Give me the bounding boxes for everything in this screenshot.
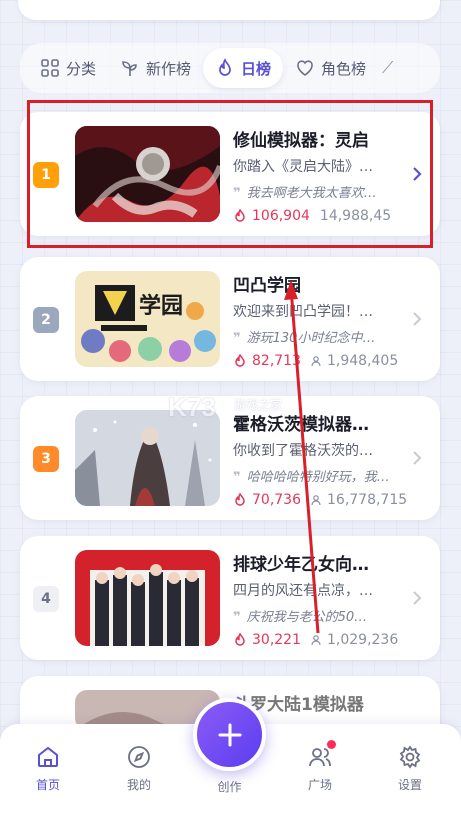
heat-stat: 82,713: [233, 353, 301, 369]
heat-stat: 30,221: [233, 632, 301, 648]
users-value: 14,988,45: [319, 208, 392, 224]
users-stat: 14,988,45: [320, 208, 391, 224]
tab-label: 角色榜: [321, 59, 367, 78]
tab-label: 新作榜: [146, 59, 192, 78]
game-title: 排球少年乙女向…: [233, 555, 369, 575]
game-desc: 你收到了霍格沃茨的…: [233, 443, 373, 459]
users-stat: 16,778,715: [311, 492, 407, 508]
plus-icon: [218, 723, 241, 746]
quote-text: 哈哈哈哈特别好玩，我…: [246, 470, 390, 485]
heat-value: 70,736: [252, 492, 301, 508]
compass-icon: [128, 746, 150, 768]
heat-stat: 70,736: [233, 492, 301, 508]
nav-mine[interactable]: 我的: [109, 744, 169, 793]
game-title: 霍格沃茨模拟器…: [233, 415, 369, 435]
nav-label: 我的: [126, 778, 151, 792]
quote-icon: ❞: [233, 331, 241, 346]
user-icon: [311, 635, 321, 646]
create-button[interactable]: [193, 698, 266, 771]
rank-badge: 1: [33, 162, 59, 188]
game-title: 斗罗大陆1模拟器: [233, 695, 364, 715]
flame-icon: [219, 58, 231, 76]
tab-new[interactable]: 新作榜: [108, 48, 203, 88]
quote-text: 庆祝我与老公的50…: [246, 610, 368, 625]
cover-title-text: 学园: [139, 293, 183, 319]
chevron-right-icon[interactable]: [410, 448, 424, 468]
nav-label: 广场: [307, 778, 332, 792]
user-icon: [311, 495, 321, 506]
users-value: 1,948,405: [327, 353, 399, 369]
nav-label: 首页: [35, 778, 60, 792]
cover-image: [75, 126, 220, 222]
flame-icon: [235, 493, 245, 506]
grid-icon: [41, 59, 59, 77]
sprout-icon: [122, 61, 137, 76]
nav-settings[interactable]: 设置: [380, 744, 440, 793]
nav-label: 设置: [397, 778, 422, 792]
chevron-right-icon[interactable]: [410, 309, 424, 329]
heat-value: 106,904: [252, 208, 310, 224]
tab-label: 日榜: [241, 59, 272, 78]
quote-icon: ❞: [233, 186, 241, 201]
user-icon: [311, 356, 321, 367]
game-desc: 欢迎来到凹凸学园！…: [233, 304, 373, 320]
tab-label: 分类: [66, 59, 97, 78]
search-bar[interactable]: [18, 0, 440, 20]
rank-badge: 4: [33, 586, 59, 612]
gear-icon: [399, 745, 421, 769]
cover-image: [75, 550, 220, 646]
quote-text: 我去啊老大我太喜欢…: [246, 186, 377, 201]
rank-badge: 3: [33, 446, 59, 472]
quote-icon: ❞: [233, 470, 241, 485]
more-tabs-icon[interactable]: ⟋: [382, 58, 393, 78]
heat-stat: 106,904: [233, 208, 310, 224]
ranking-card-1[interactable]: 1 修仙模拟器：灵启 你踏入《灵启大陆》… ❞ 我去啊老大我太喜欢… 106,90…: [20, 112, 440, 236]
heat-value: 30,221: [252, 632, 301, 648]
tab-daily[interactable]: 日榜: [203, 48, 284, 88]
heat-value: 82,713: [252, 353, 301, 369]
game-quote: ❞ 庆祝我与老公的50…: [233, 606, 393, 625]
tab-category[interactable]: 分类: [28, 48, 108, 88]
game-quote: ❞ 哈哈哈哈特别好玩，我…: [233, 466, 393, 485]
game-quote: ❞ 游玩130小时纪念中…: [233, 327, 393, 346]
nav-home[interactable]: 首页: [18, 744, 78, 793]
game-stats: 82,713 1,948,405: [233, 353, 423, 369]
quote-icon: ❞: [233, 610, 241, 625]
notification-dot: [327, 740, 336, 749]
flame-icon: [235, 354, 245, 367]
game-desc: 四月的风还有点凉，…: [233, 583, 373, 599]
users-value: 1,029,236: [327, 632, 399, 648]
game-title: 修仙模拟器：灵启: [233, 131, 369, 151]
game-stats: 106,904 14,988,45: [233, 208, 423, 224]
heart-icon: [297, 60, 313, 76]
game-title: 凹凸学园: [233, 276, 301, 296]
flame-icon: [235, 633, 245, 646]
ranking-card-3[interactable]: 3 霍格沃茨模拟器… 你收到了霍格沃茨的… ❞ 哈哈哈哈特别好玩，我… 70,73…: [20, 396, 440, 520]
create-label: 创作: [217, 780, 242, 794]
cover-image: 学园: [75, 271, 220, 367]
cover-image: [75, 410, 220, 506]
game-desc: 你踏入《灵启大陆》…: [233, 159, 373, 175]
rank-badge: 2: [33, 307, 59, 333]
game-stats: 30,221 1,029,236: [233, 632, 423, 648]
flame-icon: [235, 209, 245, 222]
quote-text: 游玩130小时纪念中…: [246, 331, 376, 346]
ranking-card-2[interactable]: 2 学园 凹凸学园 欢迎来到凹凸学园！… ❞ 游玩130小时纪念中… 82,713…: [20, 257, 440, 381]
nav-plaza[interactable]: 广场: [290, 744, 350, 793]
chevron-right-icon[interactable]: [410, 588, 424, 608]
home-icon: [38, 746, 58, 767]
ranking-card-4[interactable]: 4 排球少年乙女向… 四月的风还有点凉，… ❞ 庆祝我与老公的50… 30,221…: [20, 536, 440, 660]
chevron-right-icon[interactable]: [410, 164, 424, 184]
users-value: 16,778,715: [327, 492, 408, 508]
game-stats: 70,736 16,778,715: [233, 492, 423, 508]
ranking-tabs: 分类 新作榜 日榜 角色榜 ⟋: [20, 43, 440, 93]
tab-character[interactable]: 角色榜: [283, 48, 378, 88]
game-quote: ❞ 我去啊老大我太喜欢…: [233, 182, 393, 201]
users-stat: 1,029,236: [311, 632, 398, 648]
users-stat: 1,948,405: [311, 353, 398, 369]
